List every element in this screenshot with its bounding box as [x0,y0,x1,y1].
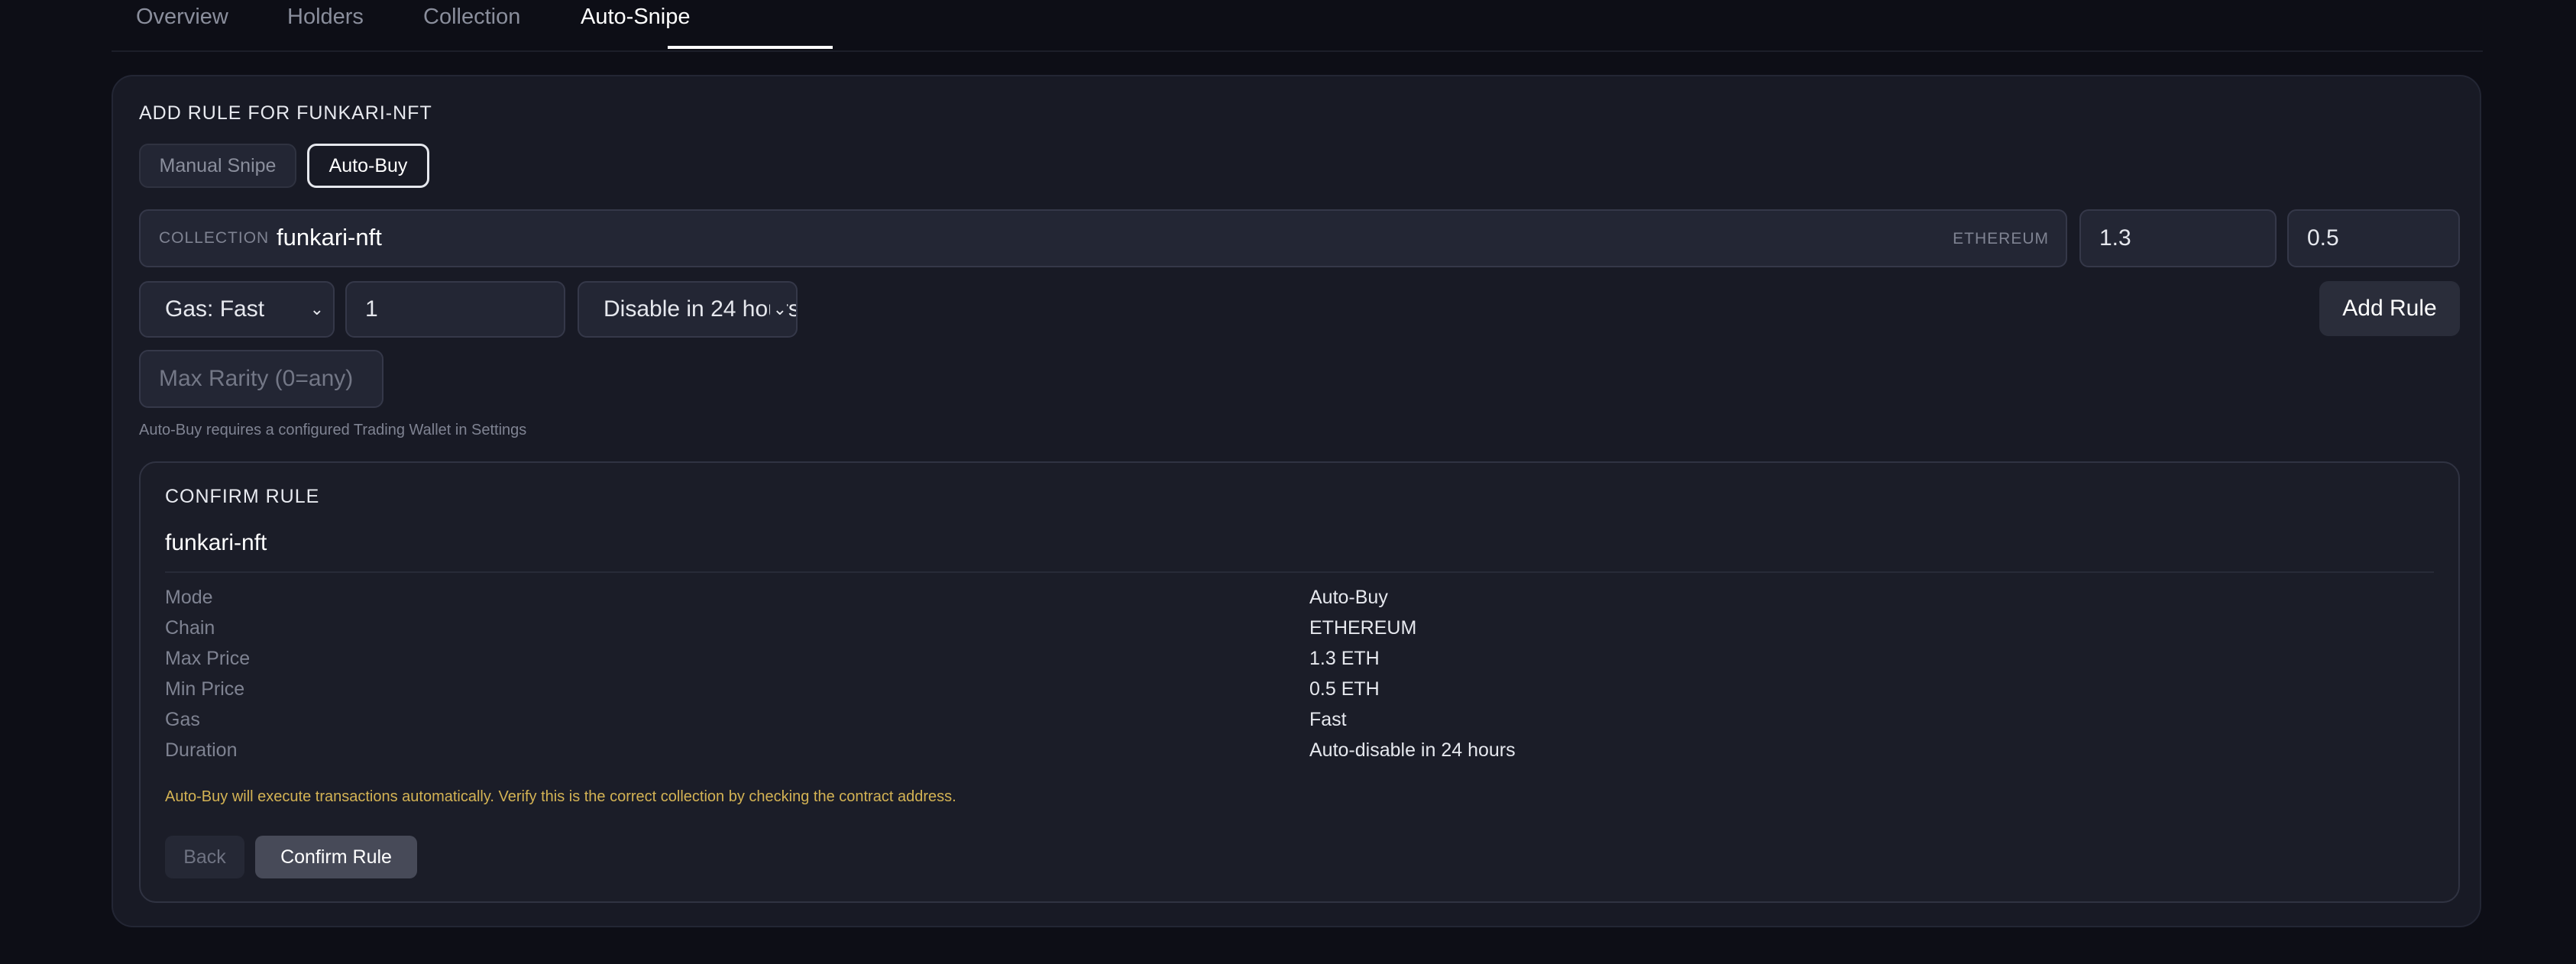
duration-select-value: Disable in 24 hours [604,296,798,322]
gas-select-value: Gas: Fast [165,296,265,322]
active-tab-indicator [668,46,833,49]
chain-tag: ETHEREUM [1953,230,2049,247]
row-label-chain: Chain [165,617,215,639]
max-price-input[interactable]: 1.3 [2079,209,2277,267]
chevron-down-icon: ⌄ [309,299,324,319]
wallet-hint: Auto-Buy requires a configured Trading W… [139,422,527,438]
add-rule-panel: ADD RULE FOR FUNKARI-NFT Manual Snipe Au… [112,75,2481,927]
row-label-gas: Gas [165,709,200,730]
confirm-rule-button[interactable]: Confirm Rule [255,836,417,878]
row-value-mode: Auto-Buy [1309,587,1388,608]
row-label-min-price: Min Price [165,678,245,700]
collection-field[interactable]: COLLECTION funkari-nft ETHEREUM [139,209,2067,267]
row-value-chain: ETHEREUM [1309,617,1417,639]
collection-value[interactable]: funkari-nft [277,224,382,251]
auto-buy-warning: Auto-Buy will execute transactions autom… [165,788,956,805]
row-value-duration: Auto-disable in 24 hours [1309,739,1516,761]
tab-collection[interactable]: Collection [423,5,520,30]
gas-select[interactable]: Gas: Fast ⌄ [139,281,335,338]
row-value-gas: Fast [1309,709,1347,730]
tab-auto-snipe[interactable]: Auto-Snipe [581,5,691,30]
row-value-min-price: 0.5 ETH [1309,678,1380,700]
min-price-input[interactable]: 0.5 [2287,209,2460,267]
row-value-max-price: 1.3 ETH [1309,648,1380,669]
collection-label: COLLECTION [159,229,270,247]
row-label-max-price: Max Price [165,648,251,669]
tab-bar: Overview Holders Collection Auto-Snipe [112,0,2483,52]
quantity-input[interactable]: 1 [345,281,565,338]
tab-holders[interactable]: Holders [287,5,364,30]
confirm-title: CONFIRM RULE [165,486,320,507]
row-label-mode: Mode [165,587,213,608]
add-rule-button[interactable]: Add Rule [2319,281,2460,336]
row-label-duration: Duration [165,739,238,761]
tab-overview[interactable]: Overview [136,5,228,30]
duration-select[interactable]: Disable in 24 hours ⌄ [578,281,798,338]
max-rarity-input[interactable]: Max Rarity (0=any) [139,350,383,408]
confirm-collection-name: funkari-nft [165,530,267,555]
chevron-down-icon: ⌄ [769,299,787,319]
back-button[interactable]: Back [165,836,244,878]
manual-snipe-button[interactable]: Manual Snipe [139,144,296,188]
divider [165,571,2434,573]
panel-heading: ADD RULE FOR FUNKARI-NFT [139,102,432,124]
auto-buy-button[interactable]: Auto-Buy [307,144,429,188]
confirm-rule-card: CONFIRM RULE funkari-nft Mode Auto-Buy C… [139,461,2460,903]
max-rarity-placeholder: Max Rarity (0=any) [159,366,354,391]
